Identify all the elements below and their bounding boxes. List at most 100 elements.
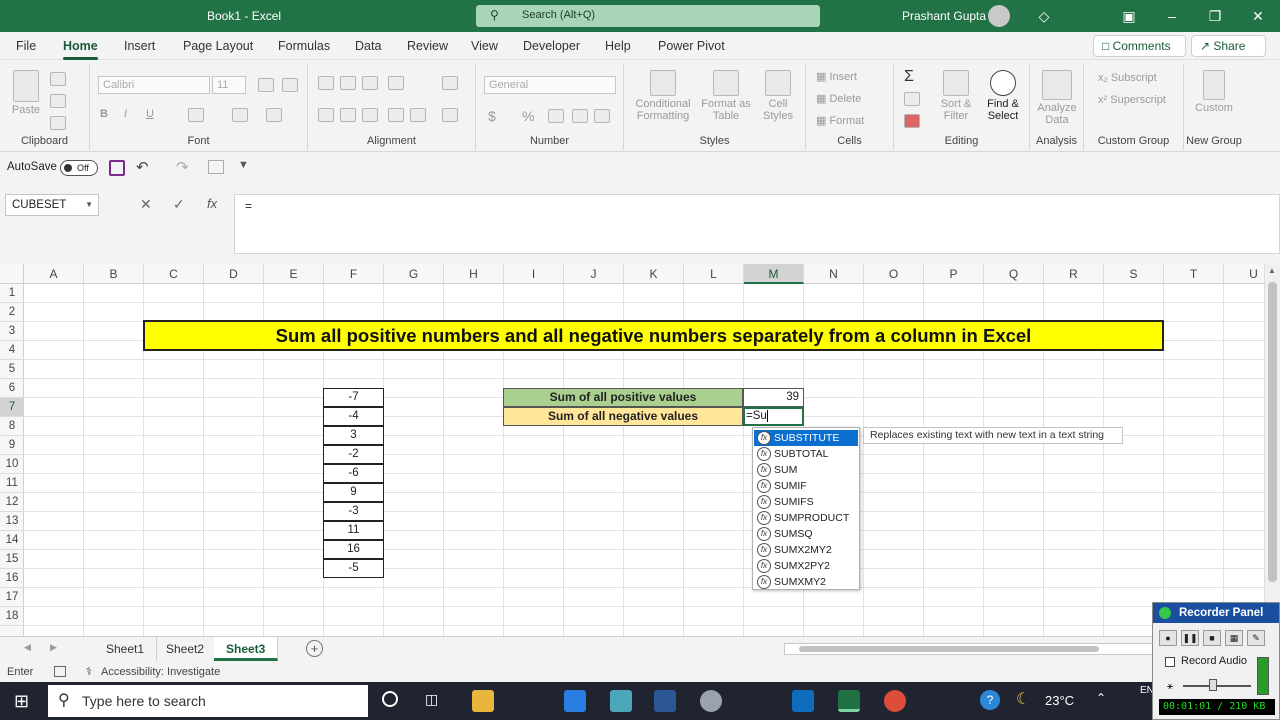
superscript-button[interactable]: x² Superscript <box>1098 94 1184 106</box>
app-icon[interactable] <box>700 690 722 712</box>
weather-icon[interactable]: ☾ <box>1016 689 1030 709</box>
align-middle-icon[interactable] <box>340 76 356 90</box>
menu-home[interactable]: Home <box>63 39 98 60</box>
autocomplete-item[interactable]: fx SUMPRODUCT <box>754 510 858 526</box>
accessibility-icon[interactable]: ⚕ <box>86 665 92 678</box>
currency-icon[interactable]: $ <box>488 108 496 124</box>
font-size-dropdown[interactable]: 11 <box>212 76 246 94</box>
value-cell-f13[interactable]: 11 <box>323 521 384 540</box>
row-header-11[interactable]: 11 <box>0 474 24 493</box>
subscript-button[interactable]: x₂ Subscript <box>1098 72 1184 84</box>
tray-chevron-icon[interactable]: ⌃ <box>1096 691 1106 705</box>
column-header-h[interactable]: H <box>444 264 504 284</box>
delete-cells-button[interactable]: ▦ Delete <box>816 92 888 105</box>
menu-formulas[interactable]: Formulas <box>278 39 330 53</box>
clear-icon[interactable] <box>904 114 920 128</box>
volume-slider[interactable] <box>1183 685 1251 687</box>
format-cells-button[interactable]: ▦ Format <box>816 114 888 127</box>
select-all-corner[interactable] <box>0 264 24 284</box>
settings-icon[interactable]: ▦ <box>1225 630 1243 646</box>
row-header-6[interactable]: 6 <box>0 379 24 398</box>
column-header-i[interactable]: I <box>504 264 564 284</box>
task-view-icon[interactable]: ◫ <box>425 691 438 708</box>
row-header-17[interactable]: 17 <box>0 588 24 607</box>
prev-sheet-icon[interactable]: ◀ <box>24 642 31 653</box>
value-cell-f6[interactable]: -7 <box>323 388 384 407</box>
column-header-n[interactable]: N <box>804 264 864 284</box>
outlook-icon[interactable] <box>792 690 814 712</box>
sheet-title-banner[interactable]: Sum all positive numbers and all negativ… <box>143 320 1164 351</box>
value-cell-f7[interactable]: -4 <box>323 407 384 426</box>
minimize-button[interactable]: – <box>1158 4 1186 28</box>
value-cell-f14[interactable]: 16 <box>323 540 384 559</box>
horizontal-scroll-thumb[interactable] <box>799 646 1099 652</box>
underline-icon[interactable]: U <box>146 108 154 120</box>
autocomplete-item[interactable]: fx SUMXMY2 <box>754 574 858 590</box>
record-audio-checkbox[interactable] <box>1165 657 1175 667</box>
column-header-d[interactable]: D <box>204 264 264 284</box>
pause-button[interactable]: ❚❚ <box>1181 630 1199 646</box>
value-cell-f11[interactable]: 9 <box>323 483 384 502</box>
paste-button[interactable]: Paste <box>8 70 44 116</box>
row-header-1[interactable]: 1 <box>0 284 24 303</box>
column-header-p[interactable]: P <box>924 264 984 284</box>
format-as-table-button[interactable]: Format as Table <box>700 70 752 122</box>
value-cell-f10[interactable]: -6 <box>323 464 384 483</box>
menu-view[interactable]: View <box>471 39 498 53</box>
autocomplete-item[interactable]: fx SUMX2MY2 <box>754 542 858 558</box>
avatar[interactable] <box>988 5 1010 27</box>
close-button[interactable]: ✕ <box>1244 4 1272 28</box>
menu-page-layout[interactable]: Page Layout <box>183 39 253 53</box>
find-select-button[interactable]: Find & Select <box>980 70 1026 122</box>
name-box-dropdown-icon[interactable]: ▼ <box>85 195 93 215</box>
row-header-9[interactable]: 9 <box>0 436 24 455</box>
autosave-toggle[interactable]: Off <box>60 160 98 176</box>
quick-print-icon[interactable] <box>208 160 224 174</box>
enter-icon[interactable]: ✓ <box>173 196 185 213</box>
shrink-font-icon[interactable] <box>282 78 298 92</box>
vertical-scroll-thumb[interactable] <box>1268 282 1277 582</box>
decrease-indent-icon[interactable] <box>388 108 404 122</box>
row-header-5[interactable]: 5 <box>0 360 24 379</box>
increase-indent-icon[interactable] <box>410 108 426 122</box>
column-header-l[interactable]: L <box>684 264 744 284</box>
restore-button[interactable]: ❐ <box>1201 4 1229 28</box>
row-header-15[interactable]: 15 <box>0 550 24 569</box>
autocomplete-item[interactable]: fx SUMSQ <box>754 526 858 542</box>
menu-file[interactable]: File <box>16 39 36 53</box>
menu-data[interactable]: Data <box>355 39 381 53</box>
undo-icon[interactable]: ↶ <box>136 158 149 176</box>
vertical-scrollbar[interactable]: ▲ <box>1264 264 1280 636</box>
copy-icon[interactable] <box>50 94 66 108</box>
row-header-2[interactable]: 2 <box>0 303 24 322</box>
column-header-j[interactable]: J <box>564 264 624 284</box>
font-name-dropdown[interactable]: Calibri <box>98 76 210 94</box>
align-left-icon[interactable] <box>318 108 334 122</box>
align-bottom-icon[interactable] <box>362 76 378 90</box>
diamond-icon[interactable]: ◇ <box>1030 4 1058 28</box>
macro-record-icon[interactable] <box>54 666 66 677</box>
chrome-icon[interactable] <box>884 690 906 712</box>
scroll-up-icon[interactable]: ▲ <box>1268 266 1276 275</box>
row-header-8[interactable]: 8 <box>0 417 24 436</box>
conditional-formatting-button[interactable]: Conditional Formatting <box>630 70 696 122</box>
custom-button[interactable]: Custom <box>1190 70 1238 114</box>
stop-button[interactable]: ■ <box>1203 630 1221 646</box>
active-cell-m7[interactable]: =Su <box>743 407 804 426</box>
tab-sheet1[interactable]: Sheet1 <box>94 637 158 661</box>
row-header-14[interactable]: 14 <box>0 531 24 550</box>
value-cell-f15[interactable]: -5 <box>323 559 384 578</box>
autocomplete-item[interactable]: fx SUMX2PY2 <box>754 558 858 574</box>
autocomplete-item[interactable]: fx SUMIF <box>754 478 858 494</box>
customize-qat-icon[interactable]: ▼ <box>238 159 249 171</box>
column-header-s[interactable]: S <box>1104 264 1164 284</box>
menu-insert[interactable]: Insert <box>124 39 155 53</box>
row-header-4[interactable]: 4 <box>0 341 24 360</box>
excel-taskbar-icon[interactable] <box>838 690 860 712</box>
align-top-icon[interactable] <box>318 76 334 90</box>
worksheet-grid[interactable]: Sum all positive numbers and all negativ… <box>24 284 1264 636</box>
add-sheet-button[interactable]: + <box>306 640 323 657</box>
cortana-icon[interactable] <box>382 691 398 707</box>
row-header-7[interactable]: 7 <box>0 398 24 417</box>
notepad-icon[interactable] <box>610 690 632 712</box>
